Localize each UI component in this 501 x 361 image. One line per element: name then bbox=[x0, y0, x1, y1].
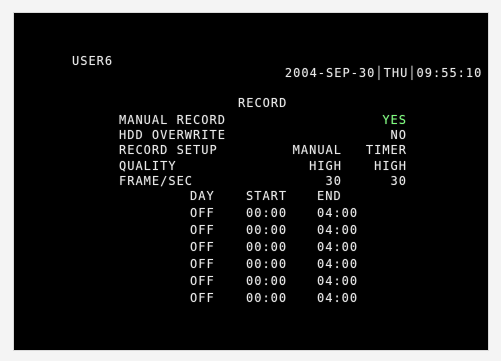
schedule-row-end[interactable]: 04:00 bbox=[317, 292, 387, 304]
schedule-row: OFF 00:00 04:00 bbox=[14, 258, 488, 272]
schedule-row-day[interactable]: OFF bbox=[190, 241, 250, 253]
quality-label: QUALITY bbox=[119, 159, 177, 173]
quality-manual[interactable]: HIGH bbox=[278, 160, 342, 172]
record-setup-label: RECORD SETUP bbox=[119, 143, 218, 157]
hdd-overwrite-value[interactable]: NO bbox=[361, 129, 407, 141]
schedule-row: OFF 00:00 04:00 bbox=[14, 241, 488, 255]
schedule-row-end[interactable]: 04:00 bbox=[317, 258, 387, 270]
manual-record-value[interactable]: YES bbox=[361, 114, 407, 126]
schedule-row-start[interactable]: 00:00 bbox=[246, 292, 316, 304]
schedule-row: OFF 00:00 04:00 bbox=[14, 207, 488, 221]
date-value: 2004-SEP-30 bbox=[284, 66, 376, 80]
quality-timer[interactable]: HIGH bbox=[361, 160, 407, 172]
schedule-header-start: START bbox=[246, 189, 288, 203]
hdd-overwrite-label: HDD OVERWRITE bbox=[119, 128, 226, 142]
schedule-row: OFF 00:00 04:00 bbox=[14, 275, 488, 289]
user-label: USER6 bbox=[72, 54, 114, 68]
day-value: THU bbox=[383, 66, 409, 80]
schedule-row-end[interactable]: 04:00 bbox=[317, 275, 387, 287]
frame-sec-timer[interactable]: 30 bbox=[361, 175, 407, 187]
schedule-row-day[interactable]: OFF bbox=[190, 275, 250, 287]
schedule-row-start[interactable]: 00:00 bbox=[246, 241, 316, 253]
schedule-row: OFF 00:00 04:00 bbox=[14, 224, 488, 238]
dvr-screen: USER6 2004-SEP-30│THU│09:55:10 RECORD MA… bbox=[13, 12, 489, 351]
frame-sec-label: FRAME/SEC bbox=[119, 174, 194, 188]
schedule-header-day: DAY bbox=[190, 189, 215, 203]
separator-bar: │ bbox=[375, 66, 384, 80]
schedule-row-day[interactable]: OFF bbox=[190, 292, 250, 304]
time-value: 09:55:10 bbox=[416, 66, 483, 80]
schedule-row: OFF 00:00 04:00 bbox=[14, 292, 488, 306]
schedule-row-day[interactable]: OFF bbox=[190, 207, 250, 219]
record-setup-timer[interactable]: TIMER bbox=[361, 144, 407, 156]
schedule-header-end: END bbox=[317, 189, 342, 203]
schedule-row-start[interactable]: 00:00 bbox=[246, 207, 316, 219]
datetime: 2004-SEP-30│THU│09:55:10 bbox=[252, 55, 482, 91]
schedule-row-day[interactable]: OFF bbox=[190, 258, 250, 270]
separator-bar: │ bbox=[408, 66, 417, 80]
manual-record-label: MANUAL RECORD bbox=[119, 113, 226, 127]
schedule-row-start[interactable]: 00:00 bbox=[246, 258, 316, 270]
schedule-row-start[interactable]: 00:00 bbox=[246, 224, 316, 236]
schedule-row-start[interactable]: 00:00 bbox=[246, 275, 316, 287]
schedule-row-day[interactable]: OFF bbox=[190, 224, 250, 236]
schedule-row-end[interactable]: 04:00 bbox=[317, 224, 387, 236]
schedule-row-end[interactable]: 04:00 bbox=[317, 207, 387, 219]
frame-sec-manual[interactable]: 30 bbox=[278, 175, 342, 187]
menu-title: RECORD bbox=[238, 96, 288, 110]
record-setup-manual[interactable]: MANUAL bbox=[262, 144, 342, 156]
schedule-row-end[interactable]: 04:00 bbox=[317, 241, 387, 253]
